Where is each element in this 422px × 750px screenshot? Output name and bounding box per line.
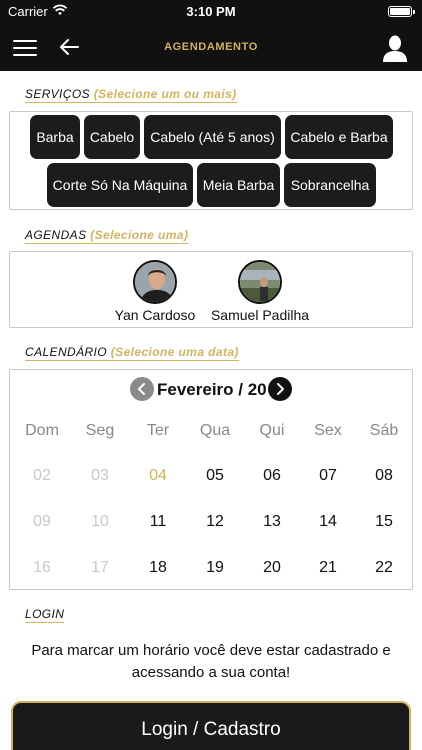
calendar-title: CALENDÁRIO xyxy=(25,345,108,359)
calendar-day[interactable]: 14 xyxy=(300,513,356,531)
page-title: AGENDAMENTO xyxy=(164,41,258,53)
calendar-day[interactable]: 11 xyxy=(130,513,186,531)
avatar xyxy=(238,260,282,304)
service-chip-sobrancelha[interactable]: Sobrancelha xyxy=(284,163,376,207)
login-title: LOGIN xyxy=(25,607,65,621)
weekday-header: Ter xyxy=(146,422,170,439)
agenda-name: Yan Cardoso xyxy=(114,307,196,323)
weekday-header: Sex xyxy=(314,422,342,439)
chevron-left-icon[interactable] xyxy=(130,377,154,401)
weekday-header: Qui xyxy=(259,422,285,439)
calendar-day[interactable]: 21 xyxy=(300,559,356,577)
calendar-month-title: Fevereiro / 20 xyxy=(157,380,267,399)
weekday-header: Seg xyxy=(85,422,115,439)
services-section-label: SERVIÇOS (Selecione um ou mais) xyxy=(25,87,237,103)
calendar-day: 09 xyxy=(33,513,51,530)
agendas-title: AGENDAS xyxy=(25,228,87,242)
person-photo-icon xyxy=(240,262,280,302)
clock: 3:10 PM xyxy=(186,4,236,19)
calendar-day: 10 xyxy=(91,513,109,530)
services-title: SERVIÇOS xyxy=(25,87,90,101)
agendas-section-label: AGENDAS (Selecione uma) xyxy=(25,228,189,244)
calendar-day: 16 xyxy=(33,559,51,576)
calendar-day[interactable]: 08 xyxy=(356,467,412,485)
login-message: Para marcar um horário você deve estar c… xyxy=(31,642,391,681)
battery-icon xyxy=(388,6,415,17)
calendar-day[interactable]: 12 xyxy=(187,513,243,531)
calendar-day: 17 xyxy=(91,559,109,576)
service-chip-cabelo[interactable]: Cabelo xyxy=(84,115,140,159)
weekday-header: Qua xyxy=(199,422,231,439)
calendar-day[interactable]: 07 xyxy=(300,467,356,485)
calendar-day[interactable]: 20 xyxy=(244,559,300,577)
person-photo-icon xyxy=(135,262,175,302)
agenda-name: Samuel Padilha xyxy=(210,307,310,323)
service-chip-cabelo-ate-5-anos[interactable]: Cabelo (Até 5 anos) xyxy=(144,115,281,159)
calendar-box: Fevereiro / 20 Dom Seg Ter Qua Qui Sex Sáb 02 0… xyxy=(9,369,413,590)
weekday-header: Dom xyxy=(25,422,59,439)
weekday-header: Sáb xyxy=(369,422,399,439)
calendar-section-label: CALENDÁRIO (Selecione uma data) xyxy=(25,345,239,361)
calendar-day[interactable]: 06 xyxy=(244,467,300,485)
calendar-day[interactable]: 18 xyxy=(130,559,186,577)
calendar-day: 03 xyxy=(91,467,109,484)
agenda-option-yan-cardoso[interactable]: Yan Cardoso xyxy=(105,260,205,323)
calendar-day[interactable]: 13 xyxy=(244,513,300,531)
chevron-right-icon[interactable] xyxy=(268,377,292,401)
calendar-day: 02 xyxy=(33,467,51,484)
status-bar: Carrier 3:10 PM xyxy=(0,0,422,24)
user-profile-icon[interactable] xyxy=(382,34,408,62)
avatar xyxy=(133,260,177,304)
calendar-day[interactable]: 05 xyxy=(187,467,243,485)
agenda-option-samuel-padilha[interactable]: Samuel Padilha xyxy=(205,260,315,323)
calendar-day[interactable]: 22 xyxy=(356,559,412,577)
calendar-day[interactable]: 19 xyxy=(187,559,243,577)
services-box: Barba Cabelo Cabelo (Até 5 anos) Cabelo … xyxy=(9,111,413,210)
calendar-day[interactable]: 15 xyxy=(356,513,412,531)
calendar-day[interactable]: 04 xyxy=(130,467,186,485)
service-chip-meia-barba[interactable]: Meia Barba xyxy=(197,163,280,207)
services-hint: (Selecione um ou mais) xyxy=(93,87,237,101)
calendar-hint: (Selecione uma data) xyxy=(110,345,239,359)
service-chip-cabelo-e-barba[interactable]: Cabelo e Barba xyxy=(285,115,393,159)
login-register-button[interactable]: Login / Cadastro xyxy=(11,701,411,750)
login-section-label: LOGIN xyxy=(25,607,65,623)
service-chip-corte-so-na-maquina[interactable]: Corte Só Na Máquina xyxy=(47,163,193,207)
agendas-box: Yan Cardoso Samuel Padilha xyxy=(9,251,413,328)
top-navbar: AGENDAMENTO xyxy=(0,24,422,71)
service-chip-barba[interactable]: Barba xyxy=(30,115,80,159)
agendas-hint: (Selecione uma) xyxy=(90,228,189,242)
